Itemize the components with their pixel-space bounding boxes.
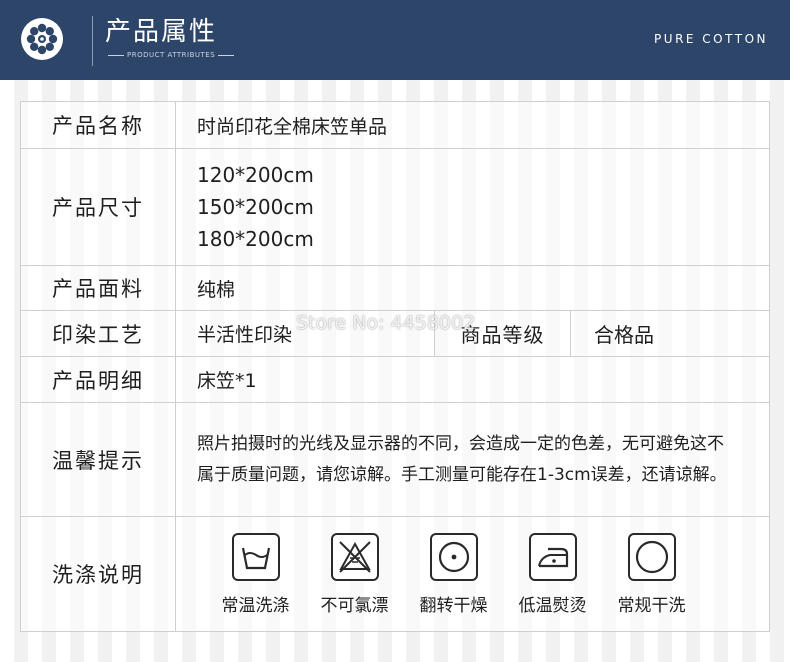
row-label: 产品尺寸 [21,149,176,265]
size-item: 150*200cm [197,195,314,219]
grade-label: 商品等级 [434,311,571,356]
care-item: 低温熨烫 [503,532,602,616]
row-label: 洗涤说明 [21,517,176,631]
row-value: 半活性印染 [197,324,293,346]
size-item: 180*200cm [197,227,314,251]
flower-logo-icon [21,18,63,60]
care-item: 常规干洗 [602,532,701,616]
table-row: 产品明细 床笠*1 [21,357,769,403]
row-value: 纯棉 [197,278,236,301]
table-row: 洗涤说明 常温洗涤 不可氯漂 翻转干燥 低温熨烫 常规干洗 [21,517,769,631]
row-label: 印染工艺 [21,311,176,356]
table-row: 产品名称 时尚印花全棉床笠单品 [21,102,769,149]
care-label: 翻转干燥 [419,595,488,616]
care-label: 低温熨烫 [518,595,587,616]
care-item: 常温洗涤 [206,532,305,616]
row-value: 120*200cm 150*200cm 180*200cm [197,149,769,265]
row-label: 产品面料 [21,266,176,310]
page-subtitle-line: PRODUCT ATTRIBUTES [105,51,237,59]
page-title: 产品属性 [105,17,218,47]
grade-value: 合格品 [594,323,654,347]
table-row: 温馨提示 照片拍摄时的光线及显示器的不同，会造成一定的色差，无可避免这不属于质量… [21,403,769,517]
brand-tagline: PURE COTTON [654,32,768,46]
care-label: 常温洗涤 [221,595,290,616]
title-block: 产品属性 PRODUCT ATTRIBUTES [92,16,237,66]
row-label: 产品名称 [21,102,176,148]
care-item: 不可氯漂 [305,532,404,616]
care-label: 常规干洗 [617,595,686,616]
table-row: 产品面料 纯棉 [21,266,769,311]
table-row: 印染工艺 半活性印染 商品等级 合格品 [21,311,769,357]
subtitle-dash-right [218,54,235,56]
size-list: 120*200cm 150*200cm 180*200cm [197,159,314,255]
washtub-icon [231,532,280,581]
row-value: 床笠*1 [197,370,257,392]
no-bleach-icon [330,532,379,581]
row-value: 时尚印花全棉床笠单品 [197,115,388,138]
row-value: 照片拍摄时的光线及显示器的不同，会造成一定的色差，无可避免这不属于质量问题，请您… [197,403,769,516]
row-label: 温馨提示 [21,403,176,516]
dry-clean-icon [627,532,676,581]
notice-text: 照片拍摄时的光线及显示器的不同，会造成一定的色差，无可避免这不属于质量问题，请您… [197,433,727,485]
page-subtitle: PRODUCT ATTRIBUTES [127,51,216,59]
row-label: 产品明细 [21,357,176,402]
care-instructions: 常温洗涤 不可氯漂 翻转干燥 低温熨烫 常规干洗 [206,517,769,631]
care-label: 不可氯漂 [320,595,389,616]
table-row: 产品尺寸 120*200cm 150*200cm 180*200cm [21,149,769,266]
header-banner: 产品属性 PRODUCT ATTRIBUTES PURE COTTON [0,0,790,80]
tumble-dry-icon [429,532,478,581]
iron-low-icon [528,532,577,581]
care-item: 翻转干燥 [404,532,503,616]
subtitle-dash-left [108,54,124,56]
attributes-table: 产品名称 时尚印花全棉床笠单品 产品尺寸 120*200cm 150*200cm… [20,101,770,632]
size-item: 120*200cm [197,163,314,187]
